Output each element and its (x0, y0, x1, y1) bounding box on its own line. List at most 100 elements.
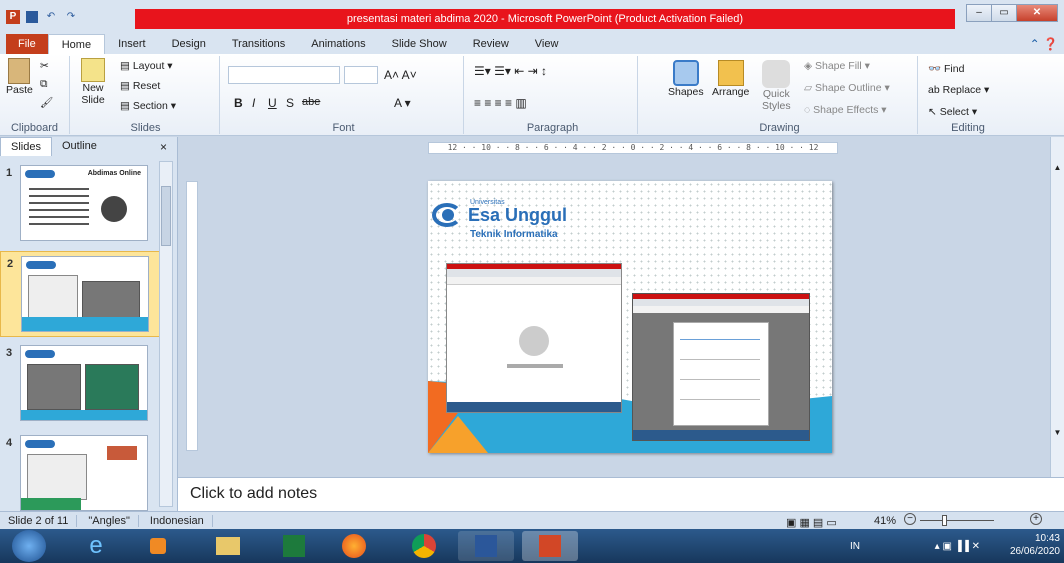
system-tray: IN ▴ ▣ ▐▐ ✕ 10:43 26/06/2020 (850, 532, 1060, 558)
tab-insert[interactable]: Insert (105, 34, 159, 54)
tab-slides[interactable]: Slides (0, 137, 52, 156)
font-name-combo[interactable] (228, 66, 340, 84)
thumb-blue-band (21, 410, 147, 420)
shape-fill-button[interactable]: ◈ Shape Fill ▾ (804, 60, 870, 72)
view-buttons[interactable]: ▣ ▦ ▤ ▭ (786, 514, 876, 529)
tab-design[interactable]: Design (159, 34, 219, 54)
zoom-in-icon[interactable]: + (1030, 513, 1042, 525)
italic-button[interactable]: I (252, 96, 255, 110)
new-slide-button[interactable]: New Slide (76, 58, 110, 106)
minimize-button[interactable]: – (966, 4, 992, 22)
word-icon[interactable] (458, 531, 514, 561)
format-painter-icon[interactable]: 🖌 (40, 96, 53, 109)
zoom-out-icon[interactable]: − (904, 513, 916, 525)
shape-outline-button[interactable]: ▱ Shape Outline ▾ (804, 82, 890, 94)
tab-outline[interactable]: Outline (52, 137, 107, 156)
section-button[interactable]: ▤ Section ▾ (120, 100, 176, 112)
firefox-icon[interactable] (326, 531, 382, 561)
chrome-icon[interactable] (396, 531, 452, 561)
tab-review[interactable]: Review (460, 34, 522, 54)
font-color-icon[interactable]: A ▾ (394, 96, 411, 110)
slides-pane: Slides Outline × 1 Abdimas Online 2 3 4 (0, 137, 178, 511)
tab-animations[interactable]: Animations (298, 34, 378, 54)
shape-effects-button[interactable]: ◌ Shape Effects ▾ (804, 104, 887, 116)
drawing-label: Drawing (759, 122, 800, 134)
pane-close-icon[interactable]: × (160, 140, 167, 154)
tab-file[interactable]: File (6, 34, 48, 54)
tray-icons[interactable]: ▴ ▣ ▐▐ ✕ (935, 540, 980, 553)
align-icon[interactable]: ≡ ≡ ≡ ≡ ▥ (474, 96, 527, 110)
find-button[interactable]: 👓 Find (928, 62, 964, 75)
slide-canvas[interactable]: Universitas Esa Unggul Teknik Informatik… (428, 181, 832, 453)
language[interactable]: Indonesian (141, 515, 213, 527)
ie-icon[interactable]: e (68, 531, 124, 561)
zoom-slider[interactable]: − + (904, 513, 1042, 526)
editor-scrollbar[interactable]: ▲ ▼ (1050, 137, 1064, 477)
save-icon[interactable] (26, 11, 38, 23)
scroll-down-icon[interactable]: ▼ (1051, 428, 1064, 437)
redo-icon[interactable]: ↷ (64, 10, 78, 24)
clock-time[interactable]: 10:43 (1010, 532, 1060, 545)
slides-label: Slides (130, 122, 161, 134)
underline-button[interactable]: U (268, 96, 277, 110)
pane-scrollbar[interactable] (159, 161, 173, 507)
workspace: Slides Outline × 1 Abdimas Online 2 3 4 … (0, 137, 1064, 511)
form-line (680, 359, 760, 360)
clipboard-group: Paste ✂ ⧉ 🖌 Clipboard (0, 56, 70, 134)
tab-slide-show[interactable]: Slide Show (379, 34, 460, 54)
embedded-screenshot-1[interactable] (446, 263, 622, 413)
thumb-screenshot (85, 364, 139, 410)
shadow-button[interactable]: S (286, 96, 294, 110)
language-indicator[interactable]: IN (850, 540, 860, 553)
arrange-button[interactable]: Arrange (712, 60, 749, 98)
layout-button[interactable]: ▤ Layout ▾ (120, 60, 173, 72)
cursor-icon: ↖ (928, 106, 937, 118)
grow-font-icon[interactable]: A˄ A˅ (384, 68, 417, 82)
horizontal-ruler: 12 · · 10 · · 8 · · 6 · · 4 · · 2 · · 0 … (428, 142, 838, 154)
help-icon[interactable]: ⌃ ❓ (1030, 37, 1058, 51)
paste-button[interactable]: Paste (6, 58, 33, 96)
pane-tabs: Slides Outline (0, 137, 177, 157)
powerpoint-logo-icon[interactable]: P (6, 10, 20, 24)
reset-button[interactable]: ▤ Reset (120, 80, 160, 92)
thumb-screenshot (27, 454, 87, 500)
clock-date[interactable]: 26/06/2020 (1010, 545, 1060, 558)
thumb-logo-icon (25, 440, 55, 448)
thumb-green-band (21, 498, 81, 510)
slide-thumbnail[interactable]: 4 (0, 431, 160, 517)
quick-styles-button[interactable]: Quick Styles (762, 60, 791, 112)
zoom-thumb[interactable] (942, 515, 947, 526)
excel-icon[interactable] (266, 531, 322, 561)
explorer-icon[interactable] (200, 531, 256, 561)
font-size-combo[interactable] (344, 66, 378, 84)
start-button[interactable] (12, 530, 46, 562)
slide-thumbnail[interactable]: 2 (0, 251, 160, 337)
undo-icon[interactable]: ↶ (44, 10, 58, 24)
embedded-screenshot-2[interactable] (632, 293, 810, 441)
select-button[interactable]: ↖ Select ▾ (928, 106, 977, 118)
editing-group: 👓 Find ab Replace ▾ ↖ Select ▾ Editing (922, 56, 1014, 134)
screenshot-taskbar (633, 430, 809, 440)
bold-button[interactable]: B (234, 96, 243, 110)
notes-pane[interactable]: Click to add notes (178, 477, 1064, 511)
slide-thumbnail[interactable]: 3 (0, 341, 160, 427)
scroll-thumb[interactable] (161, 186, 171, 246)
scroll-up-icon[interactable]: ▲ (1051, 163, 1064, 172)
quick-styles-icon (762, 60, 791, 88)
media-player-icon[interactable] (130, 531, 186, 561)
close-button[interactable]: ✕ (1016, 4, 1058, 22)
browser-tabs (633, 299, 809, 306)
zoom-level[interactable]: 41% (874, 512, 896, 530)
tab-transitions[interactable]: Transitions (219, 34, 298, 54)
shapes-button[interactable]: Shapes (668, 60, 704, 98)
tab-view[interactable]: View (522, 34, 572, 54)
copy-icon[interactable]: ⧉ (40, 78, 48, 91)
cut-icon[interactable]: ✂ (40, 60, 49, 72)
powerpoint-icon[interactable] (522, 531, 578, 561)
strikethrough-button[interactable]: abe (302, 96, 320, 108)
tab-home[interactable]: Home (47, 34, 106, 54)
bullets-icon[interactable]: ☰▾ ☰▾ ⇤ ⇥ ↕ (474, 64, 547, 78)
replace-button[interactable]: ab Replace ▾ (928, 84, 989, 96)
maximize-button[interactable]: ▭ (991, 4, 1017, 22)
slide-thumbnail[interactable]: 1 Abdimas Online (0, 161, 160, 247)
